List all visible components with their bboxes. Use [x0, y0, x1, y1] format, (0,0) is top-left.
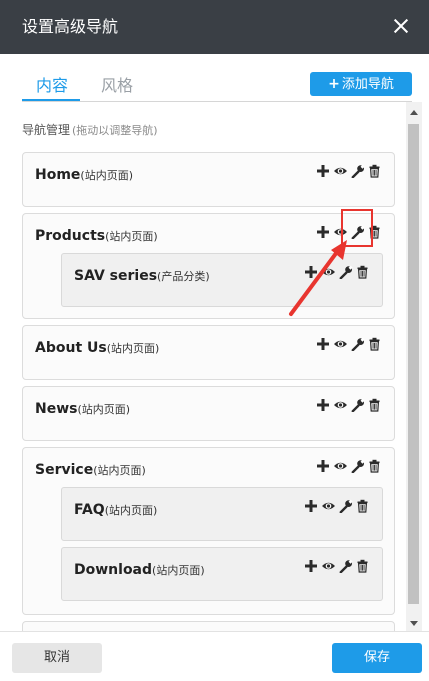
cancel-button[interactable]: 取消	[12, 643, 102, 673]
trash-icon[interactable]	[356, 499, 369, 513]
eye-icon[interactable]	[333, 164, 348, 178]
nav-item-name: Products	[35, 228, 106, 244]
nav-subitem-label: SAV series(产品分类)	[74, 265, 210, 284]
trash-icon[interactable]	[368, 337, 381, 351]
eye-icon[interactable]	[333, 337, 348, 351]
dialog-titlebar: 设置高级导航	[0, 0, 429, 54]
eye-icon[interactable]	[333, 398, 348, 412]
nav-subitem-actions	[304, 559, 369, 573]
nav-item-label: Service(站内页面)	[35, 459, 146, 478]
section-title: 导航管理	[22, 123, 71, 137]
nav-item-home[interactable]: Home(站内页面)	[22, 152, 395, 207]
nav-item-type: (站内页面)	[77, 403, 131, 416]
eye-icon[interactable]	[333, 459, 348, 473]
nav-subitem-type: (站内页面)	[152, 564, 205, 577]
nav-item-label: Home(站内页面)	[35, 164, 133, 183]
nav-item-partial[interactable]	[22, 621, 395, 631]
nav-item-actions	[316, 337, 381, 351]
close-icon[interactable]	[389, 14, 413, 38]
nav-item-name: About Us	[35, 340, 107, 356]
nav-subitem-name: SAV series	[74, 268, 158, 284]
eye-icon[interactable]	[321, 499, 336, 513]
nav-item-type: (站内页面)	[80, 169, 134, 182]
scroll-down-arrow-icon[interactable]	[410, 621, 418, 626]
wrench-icon[interactable]	[351, 164, 365, 178]
wrench-icon[interactable]	[351, 337, 365, 351]
add-nav-button[interactable]: + 添加导航	[310, 72, 412, 96]
plus-icon[interactable]	[316, 337, 330, 351]
nav-subitem-type: (产品分类)	[157, 270, 210, 283]
tab-style[interactable]: 风格	[101, 74, 133, 98]
plus-icon[interactable]	[316, 459, 330, 473]
plus-icon[interactable]	[304, 499, 318, 513]
trash-icon[interactable]	[356, 265, 369, 279]
save-button[interactable]: 保存	[332, 643, 422, 673]
nav-subitem-faq[interactable]: FAQ(站内页面)	[61, 487, 383, 541]
trash-icon[interactable]	[368, 398, 381, 412]
wrench-icon[interactable]	[351, 459, 365, 473]
nav-item-actions	[316, 459, 381, 473]
plus-icon[interactable]	[304, 559, 318, 573]
nav-item-actions	[316, 164, 381, 178]
add-nav-label: 添加导航	[341, 77, 394, 92]
plus-icon[interactable]	[316, 164, 330, 178]
advanced-nav-dialog: 设置高级导航 内容 风格 + 添加导航 导航管理 (拖动以调整导航) Home(站内…	[0, 0, 429, 681]
nav-item-service[interactable]: Service(站内页面) FAQ(站内页面) Download(站内页面)	[22, 447, 395, 615]
nav-item-name: Home	[35, 167, 81, 183]
plus-icon[interactable]	[316, 225, 330, 239]
nav-item-label: About Us(站内页面)	[35, 337, 159, 356]
nav-subitem-download[interactable]: Download(站内页面)	[61, 547, 383, 601]
wrench-icon[interactable]	[339, 499, 353, 513]
scrollbar[interactable]	[406, 102, 422, 632]
nav-item-name: Service	[35, 462, 94, 478]
wrench-icon[interactable]	[351, 398, 365, 412]
nav-item-news[interactable]: News(站内页面)	[22, 386, 395, 441]
trash-icon[interactable]	[368, 459, 381, 473]
nav-item-actions	[316, 398, 381, 412]
nav-item-about-us[interactable]: About Us(站内页面)	[22, 325, 395, 380]
nav-subitem-name: Download	[74, 562, 153, 578]
nav-subitem-type: (站内页面)	[104, 504, 158, 517]
nav-subitem-label: Download(站内页面)	[74, 559, 205, 578]
tab-content[interactable]: 内容	[36, 74, 68, 98]
nav-subitem-name: FAQ	[74, 502, 105, 518]
nav-subitem-actions	[304, 499, 369, 513]
nav-item-name: News	[35, 401, 78, 417]
section-heading: 导航管理 (拖动以调整导航)	[22, 121, 158, 138]
tabs-divider	[22, 101, 412, 102]
trash-icon[interactable]	[356, 559, 369, 573]
nav-subitem-label: FAQ(站内页面)	[74, 499, 157, 518]
scrollbar-thumb[interactable]	[408, 124, 419, 604]
nav-item-type: (站内页面)	[105, 230, 158, 243]
nav-item-label: News(站内页面)	[35, 398, 130, 417]
plus-icon: +	[328, 76, 340, 92]
nav-item-label: Products(站内页面)	[35, 225, 158, 244]
eye-icon[interactable]	[321, 559, 336, 573]
dialog-title: 设置高级导航	[22, 17, 119, 36]
plus-icon[interactable]	[316, 398, 330, 412]
section-hint: (拖动以调整导航)	[72, 124, 158, 137]
trash-icon[interactable]	[368, 164, 381, 178]
nav-item-type: (站内页面)	[93, 464, 146, 477]
nav-item-type: (站内页面)	[106, 342, 160, 355]
dialog-footer: 取消 保存	[0, 631, 429, 681]
scroll-up-arrow-icon[interactable]	[410, 110, 418, 115]
wrench-icon[interactable]	[339, 559, 353, 573]
annotation-arrow-icon	[289, 240, 347, 316]
